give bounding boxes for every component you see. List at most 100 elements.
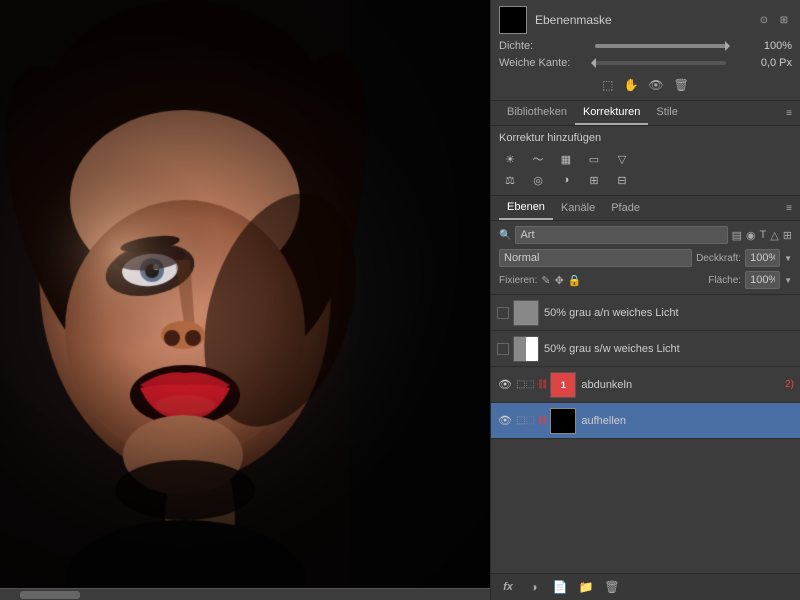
layer-eye-icon[interactable]: 👁 (497, 413, 513, 429)
layer-item[interactable]: 👁 ⬚ ⬚ ⛓ 1 abdunkeln 2) (491, 367, 800, 403)
layers-toolbar: fx ◑ 📄 📁 🗑 (491, 573, 800, 600)
dichte-value: 100% (732, 40, 792, 52)
mask-thumbnail (499, 6, 527, 34)
korrektur-icons: ☀ 〜 ▦ ▭ ▽ ⚖ ◎ ◑ ⊞ ⊟ (499, 150, 792, 189)
selection-icon[interactable]: ⬚ (602, 78, 613, 92)
trash-icon[interactable]: 🗑 (674, 78, 689, 92)
weiche-kante-row: Weiche Kante: 0,0 Px (499, 57, 792, 69)
weiche-kante-label: Weiche Kante: (499, 57, 589, 69)
levels-icon[interactable]: ▦ (555, 150, 577, 168)
layers-section: Ebenen Kanäle Pfade ≡ 🔍 Art ▤ ◉ T △ ⊞ (491, 196, 800, 600)
filter-adj-icon[interactable]: ◉ (746, 229, 756, 242)
layer-name: 50% grau s/w weiches Licht (544, 343, 794, 355)
mask-action-icons: ⬚ ✋ 👁 🗑 (499, 74, 792, 94)
hand-icon[interactable]: ✋ (623, 78, 638, 92)
curves-icon[interactable]: 〜 (527, 150, 549, 168)
layer-checkbox[interactable] (497, 307, 509, 319)
dichte-label: Dichte: (499, 40, 589, 52)
mask-title: Ebenenmaske (535, 13, 756, 27)
folder-icon[interactable]: 📁 (577, 578, 595, 596)
eye-slash-icon[interactable]: 👁 (648, 78, 663, 92)
saturation-icon[interactable]: ◑ (555, 171, 577, 189)
layer-number: 2) (785, 379, 794, 390)
channel-mixer-icon[interactable]: ⊟ (611, 171, 633, 189)
tab-ebenen[interactable]: Ebenen (499, 196, 553, 220)
layer-item[interactable]: 👁 ⬚ ⬚ ⛓ aufhellen (491, 403, 800, 439)
mask-icons: ⊙ ⊞ (756, 12, 792, 28)
search-icon: 🔍 (499, 230, 511, 241)
portrait-canvas (0, 0, 490, 600)
deckkraft-label: Deckkraft: (696, 253, 741, 264)
fix-move-icon[interactable]: ✥ (555, 274, 564, 287)
layer-list: 50% grau a/n weiches Licht 50% grau s/w … (491, 295, 800, 573)
mask-icon-circle[interactable]: ⊙ (756, 12, 772, 28)
layer-item[interactable]: 50% grau a/n weiches Licht (491, 295, 800, 331)
layers-tab-bar: Ebenen Kanäle Pfade ≡ (491, 196, 800, 221)
blend-mode-select[interactable]: Normal (499, 249, 692, 267)
filter-shape-icon[interactable]: △ (770, 229, 778, 242)
dichte-slider-arrow (725, 41, 730, 51)
tab-pfade[interactable]: Pfade (603, 197, 648, 219)
fixieren-label: Fixieren: (499, 275, 537, 286)
right-panel: Ebenenmaske ⊙ ⊞ Dichte: 100% Weiche Kant… (490, 0, 800, 600)
mask-adj-icon: ⬚ (525, 379, 534, 390)
icon-row-1: ☀ 〜 ▦ ▭ ▽ (499, 150, 792, 168)
layer-filter-select[interactable]: Art (515, 226, 727, 244)
selective-color-icon[interactable]: ⊞ (583, 171, 605, 189)
scroll-thumb[interactable] (20, 591, 80, 599)
weiche-kante-value: 0,0 Px (732, 57, 792, 69)
mask-adj-icon-2: ⬚ (525, 415, 534, 426)
fix-row: Fixieren: ✎ ✥ 🔒 Fläche: ▼ (499, 271, 792, 289)
tab-stile[interactable]: Stile (648, 101, 685, 125)
layers-search-row: 🔍 Art ▤ ◉ T △ ⊞ (499, 226, 792, 244)
layer-thumb (513, 336, 539, 362)
deckkraft-arrow[interactable]: ▼ (784, 254, 792, 263)
tab-close-icon[interactable]: ≡ (786, 108, 792, 119)
filter-smart-icon[interactable]: ⊞ (783, 229, 792, 242)
tab-bibliotheken[interactable]: Bibliotheken (499, 101, 575, 125)
vibrance-icon[interactable]: ◎ (527, 171, 549, 189)
tab-kanaele[interactable]: Kanäle (553, 197, 603, 219)
layer-checkbox[interactable] (497, 343, 509, 355)
weiche-kante-arrow (591, 58, 596, 68)
scrollbar-bottom[interactable] (0, 588, 490, 600)
layers-controls: 🔍 Art ▤ ◉ T △ ⊞ Normal Deckkraft: ▼ (491, 221, 800, 295)
weiche-kante-slider[interactable] (595, 61, 726, 65)
flaeche-input[interactable] (745, 271, 780, 289)
layer-eye-icon[interactable]: 👁 (497, 377, 513, 393)
layer-name: 50% grau a/n weiches Licht (544, 307, 794, 319)
circle-icon[interactable]: ◑ (525, 578, 543, 596)
flaeche-label: Fläche: (708, 275, 741, 286)
fx-button[interactable]: fx (499, 578, 517, 596)
mask-icon-grid[interactable]: ⊞ (776, 12, 792, 28)
chain-icon-2: ⛓ (537, 415, 548, 426)
filter-type-icon[interactable]: T (760, 229, 767, 242)
layers-tab-close-icon[interactable]: ≡ (786, 203, 792, 214)
fix-brush-icon[interactable]: ✎ (541, 274, 550, 287)
dichte-slider[interactable] (595, 44, 726, 48)
layer-name: aufhellen (581, 415, 794, 427)
flaeche-arrow[interactable]: ▼ (784, 276, 792, 285)
layer-item[interactable]: 50% grau s/w weiches Licht (491, 331, 800, 367)
new-layer-icon[interactable]: 📄 (551, 578, 569, 596)
photo-panel (0, 0, 490, 600)
tab-korrekturen[interactable]: Korrekturen (575, 101, 648, 125)
gradient-map-icon[interactable]: ▭ (583, 150, 605, 168)
corrections-panel: Korrektur hinzufügen ☀ 〜 ▦ ▭ ▽ ⚖ ◎ ◑ ⊞ ⊟ (491, 126, 800, 196)
layer-name: abdunkeln (581, 379, 781, 391)
layer-filter-icons: ▤ ◉ T △ ⊞ (732, 229, 792, 242)
brightness-icon[interactable]: ☀ (499, 150, 521, 168)
tab-bar: Bibliotheken Korrekturen Stile ≡ (491, 101, 800, 126)
layer-thumb: 1 (550, 372, 576, 398)
hue-icon[interactable]: ▽ (611, 150, 633, 168)
fix-lock-icon[interactable]: 🔒 (568, 274, 582, 287)
deckkraft-input[interactable] (745, 249, 780, 267)
blend-row: Normal Deckkraft: ▼ (499, 249, 792, 267)
balance-icon[interactable]: ⚖ (499, 171, 521, 189)
layer-thumb (550, 408, 576, 434)
icon-row-2: ⚖ ◎ ◑ ⊞ ⊟ (499, 171, 792, 189)
filter-image-icon[interactable]: ▤ (732, 229, 742, 242)
delete-layer-icon[interactable]: 🗑 (603, 578, 621, 596)
dichte-row: Dichte: 100% (499, 40, 792, 52)
korrektur-title: Korrektur hinzufügen (499, 132, 792, 144)
